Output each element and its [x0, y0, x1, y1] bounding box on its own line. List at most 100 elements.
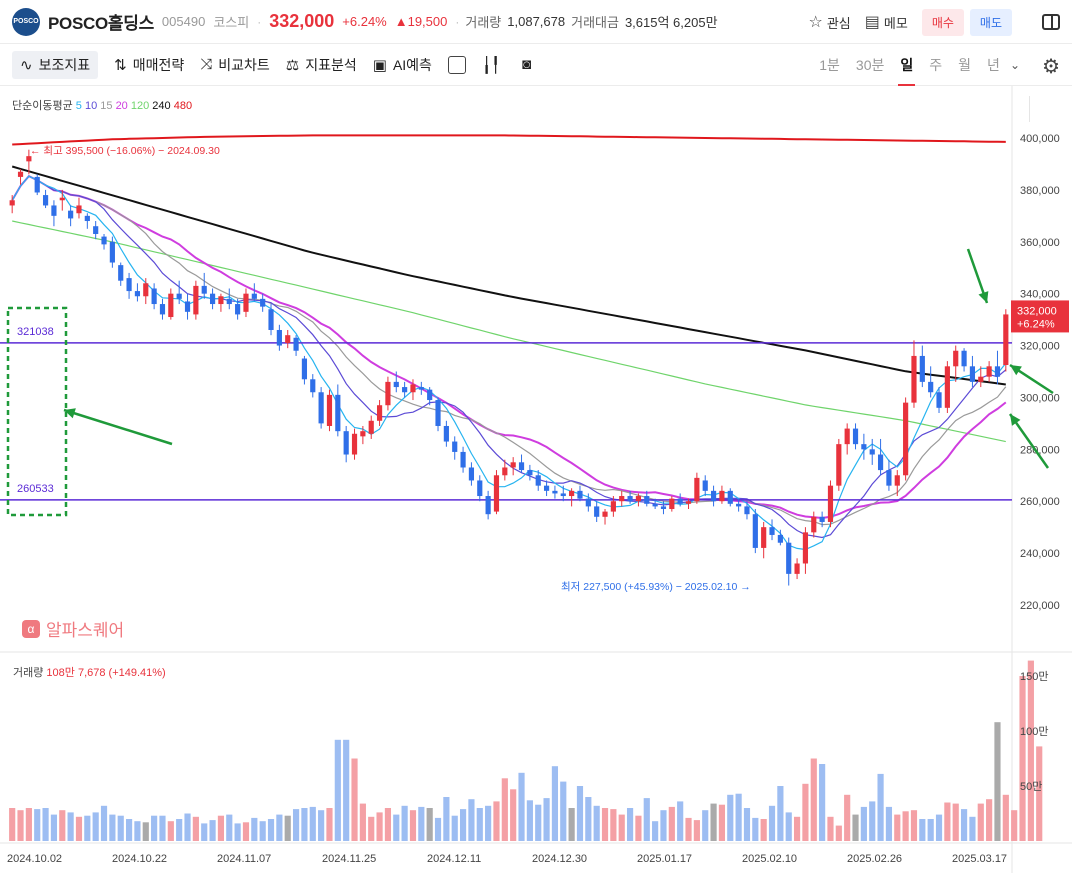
- candle-body: [694, 477, 700, 502]
- candle-body: [118, 265, 124, 281]
- volume-bar: [476, 808, 483, 841]
- square-draw-icon[interactable]: [447, 55, 466, 74]
- candle-body: [710, 490, 717, 502]
- volume-bar: [151, 815, 158, 841]
- stock-code: 005490: [161, 14, 206, 29]
- volume-bar: [142, 822, 149, 841]
- volume-bar: [727, 794, 734, 841]
- candle-body: [978, 376, 984, 382]
- candle-body: [744, 506, 750, 515]
- side-panel-icon[interactable]: [1042, 14, 1060, 30]
- candle-body: [594, 506, 600, 517]
- volume-bar: [134, 821, 141, 841]
- gear-icon[interactable]: ⚙: [1042, 54, 1060, 79]
- period-30min[interactable]: 30분: [856, 44, 884, 86]
- candle-body: [109, 241, 115, 263]
- ma20-line: [11, 174, 1007, 520]
- memo-icon: ▤: [864, 14, 880, 31]
- volume-bar: [1019, 676, 1026, 841]
- chevron-down-icon[interactable]: ⌄: [1010, 58, 1020, 72]
- alpha-logo-icon: α: [22, 619, 40, 638]
- volume-bar: [919, 819, 926, 841]
- date-axis-label: 2024.12.11: [427, 853, 481, 865]
- candle-body: [727, 490, 733, 504]
- volume-bar: [785, 812, 792, 841]
- memo-button[interactable]: ▤ 메모: [865, 12, 908, 32]
- volume-bar: [318, 810, 325, 841]
- candle-body: [360, 431, 366, 437]
- change-percent: +6.24%: [342, 14, 387, 29]
- candle-body: [251, 293, 257, 299]
- volume-bar: [343, 739, 350, 841]
- candle-body: [1003, 314, 1009, 366]
- price-chart[interactable]: 400,000 380,000 360,000 340,000 320,000 300,0…: [0, 86, 1072, 873]
- volume-bar: [835, 825, 842, 841]
- screenshot-button[interactable]: ◙: [522, 56, 537, 73]
- sell-button[interactable]: 매도: [969, 8, 1012, 36]
- compare-button[interactable]: ⤨ 비교차트: [200, 55, 270, 75]
- date-axis-label: 2024.11.25: [322, 853, 376, 865]
- candle-body: [794, 563, 800, 574]
- candle-body: [752, 514, 758, 548]
- candle-type-button[interactable]: ╽╿: [482, 56, 506, 74]
- candle-body: [877, 454, 884, 471]
- candle-body: [368, 420, 374, 434]
- period-1min[interactable]: 1분: [819, 44, 840, 86]
- period-month[interactable]: 월: [958, 44, 971, 86]
- candle-body: [143, 283, 149, 297]
- candle-body: [602, 511, 608, 517]
- amount-label: 거래대금: [571, 15, 619, 30]
- volume-bar: [944, 802, 951, 841]
- candle-body: [736, 503, 742, 507]
- header-actions: ☆ 관심 ▤ 메모 매수 매도: [809, 0, 1072, 44]
- candle-body: [802, 532, 809, 564]
- candle-body: [176, 293, 182, 299]
- strategy-button[interactable]: ⇅ 매매전략: [114, 55, 184, 75]
- volume-bar: [977, 803, 984, 841]
- ai-forecast-button[interactable]: ▣ AI예측: [373, 55, 432, 75]
- volume-bar: [368, 816, 375, 841]
- volume-bar: [501, 778, 508, 841]
- period-year[interactable]: 년: [987, 44, 1000, 86]
- volume-bar: [301, 808, 308, 841]
- watch-button[interactable]: ☆ 관심: [809, 12, 851, 32]
- volume-bar: [167, 821, 174, 841]
- volume-bar: [109, 814, 116, 841]
- volume-bar: [176, 819, 183, 841]
- candle-body: [9, 200, 15, 206]
- volume-bar: [309, 806, 316, 841]
- period-week[interactable]: 주: [929, 44, 942, 86]
- candle-body: [685, 501, 692, 504]
- level-label: 321038: [17, 326, 54, 338]
- volume-bar: [67, 812, 74, 841]
- analysis-button[interactable]: ⚖ 지표분석: [286, 55, 357, 75]
- volume-bar: [284, 815, 291, 841]
- indicator-button[interactable]: ∿ 보조지표: [12, 50, 99, 79]
- candle-body: [193, 285, 199, 315]
- volume-bar: [209, 820, 216, 841]
- price-axis-label: 240,000: [1020, 548, 1060, 560]
- buy-button[interactable]: 매수: [921, 8, 964, 36]
- candle-body: [894, 475, 900, 486]
- candle-body: [310, 379, 316, 393]
- candle-body: [151, 288, 157, 305]
- stock-name[interactable]: POSCO홀딩스: [48, 9, 154, 34]
- period-selector: 1분 30분 일 주 월 년 ⌄: [803, 44, 1020, 86]
- volume-axis-label: 50만: [1020, 780, 1042, 793]
- candle-body: [677, 498, 683, 504]
- candle-body: [619, 496, 625, 502]
- volume-bar: [468, 799, 475, 841]
- candle-body: [226, 298, 232, 305]
- candle-body: [393, 381, 399, 388]
- candle-body: [844, 428, 850, 445]
- volume-bar: [952, 803, 959, 841]
- ma5-line: [11, 175, 1007, 551]
- volume-bar: [485, 805, 492, 841]
- volume-bar: [75, 816, 83, 841]
- volume-bar: [802, 783, 809, 841]
- volume-bar: [585, 797, 592, 841]
- volume-bar: [935, 814, 943, 841]
- camera-icon: ◙: [522, 56, 532, 73]
- volume-bar: [551, 766, 559, 841]
- period-day[interactable]: 일: [898, 44, 916, 86]
